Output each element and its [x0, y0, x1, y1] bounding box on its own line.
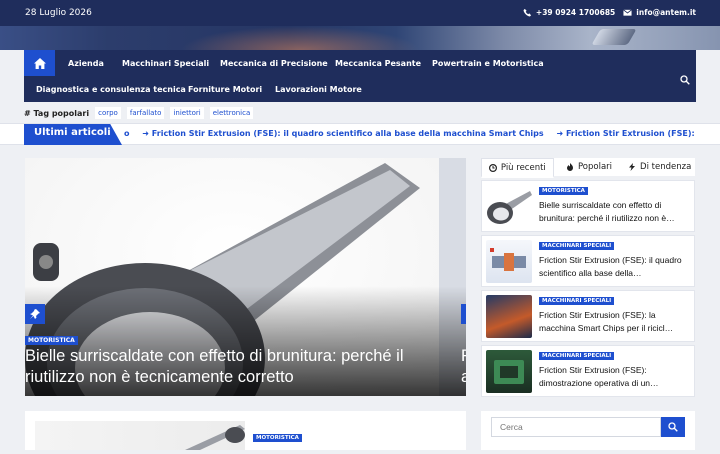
- search-input[interactable]: [491, 417, 661, 437]
- nav-item-forniture-motori[interactable]: Forniture Motori: [188, 85, 262, 94]
- top-bar: 28 Luglio 2026 +39 0924 1700685 info@ant…: [0, 0, 720, 26]
- list-item[interactable]: MACCHINARI SPECIALI Friction Stir Extrus…: [481, 290, 695, 342]
- featured-slider[interactable]: MOTORISTICA Bielle surriscaldate con eff…: [25, 158, 466, 396]
- article-category-badge[interactable]: MACCHINARI SPECIALI: [539, 297, 615, 305]
- phone-icon: [523, 8, 532, 17]
- pin-button[interactable]: [25, 304, 45, 324]
- tag-link[interactable]: corpo: [95, 107, 121, 119]
- nav-item-macchinari-speciali[interactable]: Macchinari Speciali: [122, 59, 209, 68]
- home-button[interactable]: [24, 50, 55, 76]
- tab-label: Popolari: [577, 162, 613, 172]
- phone-link[interactable]: +39 0924 1700685: [523, 8, 615, 17]
- tab-tendenza[interactable]: Di tendenza: [624, 158, 696, 178]
- nav-item-powertrain[interactable]: Powertrain e Motoristica: [432, 59, 544, 68]
- pin-icon: [30, 309, 40, 319]
- article-image: [35, 421, 245, 450]
- main-navigation: Azienda Macchinari Speciali Meccanica di…: [24, 50, 696, 102]
- article-category-badge[interactable]: MACCHINARI SPECIALI: [539, 352, 615, 360]
- home-icon: [33, 57, 46, 69]
- nav-item-meccanica-pesante[interactable]: Meccanica Pesante: [335, 59, 421, 68]
- ticker-link-text: Friction Stir Extrusion (FSE): il quadro…: [151, 129, 544, 138]
- tag-link[interactable]: farfallato: [126, 107, 165, 119]
- tag-link[interactable]: iniettori: [170, 107, 204, 119]
- current-date: 28 Luglio 2026: [25, 8, 92, 18]
- tab-label: Più recenti: [500, 162, 546, 173]
- nav-search-button[interactable]: [680, 70, 690, 89]
- article-title[interactable]: Friction Stir Extrusion (FSE): il quadro…: [539, 254, 689, 280]
- tag-link[interactable]: elettronica: [209, 107, 254, 119]
- popular-tags-label: # Tag popolari: [24, 108, 90, 118]
- nav-item-azienda[interactable]: Azienda: [68, 59, 104, 68]
- list-item[interactable]: MOTORISTICA Bielle surriscaldate con eff…: [481, 180, 695, 232]
- article-card[interactable]: MOTORISTICA: [25, 411, 466, 450]
- hero-category-badge[interactable]: MOTORISTICA: [25, 336, 78, 345]
- popular-tags: # Tag popolari corpo farfallato iniettor…: [24, 104, 696, 122]
- clock-icon: [488, 163, 497, 172]
- ticker-heading: Ultimi articoli: [24, 124, 122, 145]
- search-icon: [668, 422, 678, 432]
- list-item[interactable]: MACCHINARI SPECIALI Friction Stir Extrus…: [481, 235, 695, 287]
- email-address: info@antem.it: [636, 8, 696, 17]
- ticker-link-text: Friction Stir Extrusion (FSE): la macchi…: [565, 129, 696, 138]
- mail-icon: [623, 9, 633, 16]
- article-title[interactable]: Friction Stir Extrusion (FSE): dimostraz…: [539, 364, 689, 390]
- nav-item-meccanica-precisione[interactable]: Meccanica di Precisione: [220, 59, 328, 68]
- contact-info: +39 0924 1700685 info@antem.it: [523, 8, 696, 17]
- article-title[interactable]: Bielle surriscaldate con effetto di brun…: [539, 199, 689, 225]
- article-tabs: Più recenti Popolari Di tendenza: [481, 158, 696, 178]
- next-article-title[interactable]: F a: [461, 346, 466, 388]
- tab-label: Di tendenza: [640, 162, 692, 172]
- article-thumbnail: [486, 295, 532, 338]
- article-thumbnail: [486, 185, 532, 228]
- sidebar-search: [481, 411, 695, 450]
- header-banner-image: [0, 26, 720, 50]
- nav-item-diagnostica[interactable]: Diagnostica e consulenza tecnica: [36, 85, 186, 94]
- search-submit-button[interactable]: [661, 417, 685, 437]
- article-category-badge[interactable]: MOTORISTICA: [253, 434, 302, 442]
- ticker-link[interactable]: ➜ Friction Stir Extrusion (FSE): il quad…: [142, 129, 543, 138]
- search-icon: [680, 75, 690, 85]
- email-link[interactable]: info@antem.it: [623, 8, 696, 17]
- phone-number: +39 0924 1700685: [535, 8, 616, 17]
- news-ticker: Ultimi articoli o ➜ Friction Stir Extrus…: [0, 123, 720, 145]
- hero-article-title[interactable]: Bielle surriscaldate con effetto di brun…: [25, 346, 435, 388]
- bolt-icon: [629, 163, 636, 171]
- article-category-badge[interactable]: MOTORISTICA: [539, 187, 588, 195]
- article-category-badge[interactable]: MACCHINARI SPECIALI: [539, 242, 615, 250]
- article-thumbnail: [486, 350, 532, 393]
- tab-popolari[interactable]: Popolari: [553, 158, 625, 178]
- next-slide-pin: [461, 304, 466, 324]
- ticker-prefix: o: [124, 129, 130, 138]
- ticker-link[interactable]: ➜ Friction Stir Extrusion (FSE): la macc…: [556, 129, 696, 138]
- tab-recenti[interactable]: Più recenti: [481, 158, 554, 178]
- nav-item-lavorazioni-motore[interactable]: Lavorazioni Motore: [275, 85, 362, 94]
- article-title[interactable]: Friction Stir Extrusion (FSE): la macchi…: [539, 309, 689, 335]
- list-item[interactable]: MACCHINARI SPECIALI Friction Stir Extrus…: [481, 345, 695, 397]
- article-thumbnail: [486, 240, 532, 283]
- fire-icon: [566, 163, 573, 171]
- ticker-items: o ➜ Friction Stir Extrusion (FSE): il qu…: [124, 129, 696, 138]
